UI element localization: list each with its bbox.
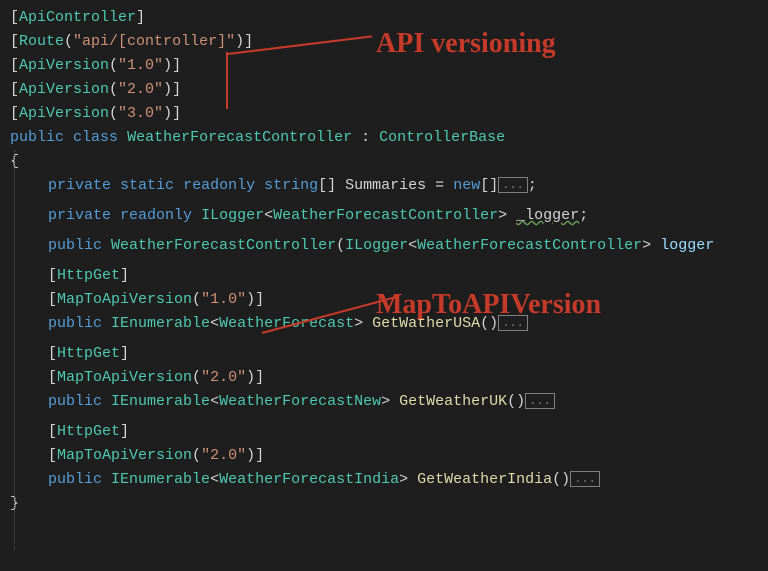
code-line: [ApiController] (10, 6, 758, 30)
code-line: [HttpGet] (10, 420, 758, 444)
code-line: [MapToApiVersion("2.0")] (10, 366, 758, 390)
code-line: public IEnumerable<WeatherForecastIndia>… (10, 468, 758, 492)
collapsed-region[interactable]: ... (525, 393, 555, 409)
code-line: [Route("api/[controller]")] (10, 30, 758, 54)
code-line: { (10, 150, 758, 174)
code-line: public WeatherForecastController(ILogger… (10, 234, 758, 258)
code-line: [HttpGet] (10, 264, 758, 288)
code-line: [ApiVersion("2.0")] (10, 78, 758, 102)
code-line: [HttpGet] (10, 342, 758, 366)
collapsed-region[interactable]: ... (570, 471, 600, 487)
code-line: [MapToApiVersion("2.0")] (10, 444, 758, 468)
code-line: [ApiVersion("3.0")] (10, 102, 758, 126)
collapsed-region[interactable]: ... (498, 315, 528, 331)
collapsed-region[interactable]: ... (498, 177, 528, 193)
code-line: public IEnumerable<WeatherForecastNew> G… (10, 390, 758, 414)
code-line: [MapToApiVersion("1.0")] (10, 288, 758, 312)
code-line: private static readonly string[] Summari… (10, 174, 758, 198)
code-line: private readonly ILogger<WeatherForecast… (10, 204, 758, 228)
code-line: public IEnumerable<WeatherForecast> GetW… (10, 312, 758, 336)
code-line: [ApiVersion("1.0")] (10, 54, 758, 78)
code-line: public class WeatherForecastController :… (10, 126, 758, 150)
code-line: } (10, 492, 758, 516)
